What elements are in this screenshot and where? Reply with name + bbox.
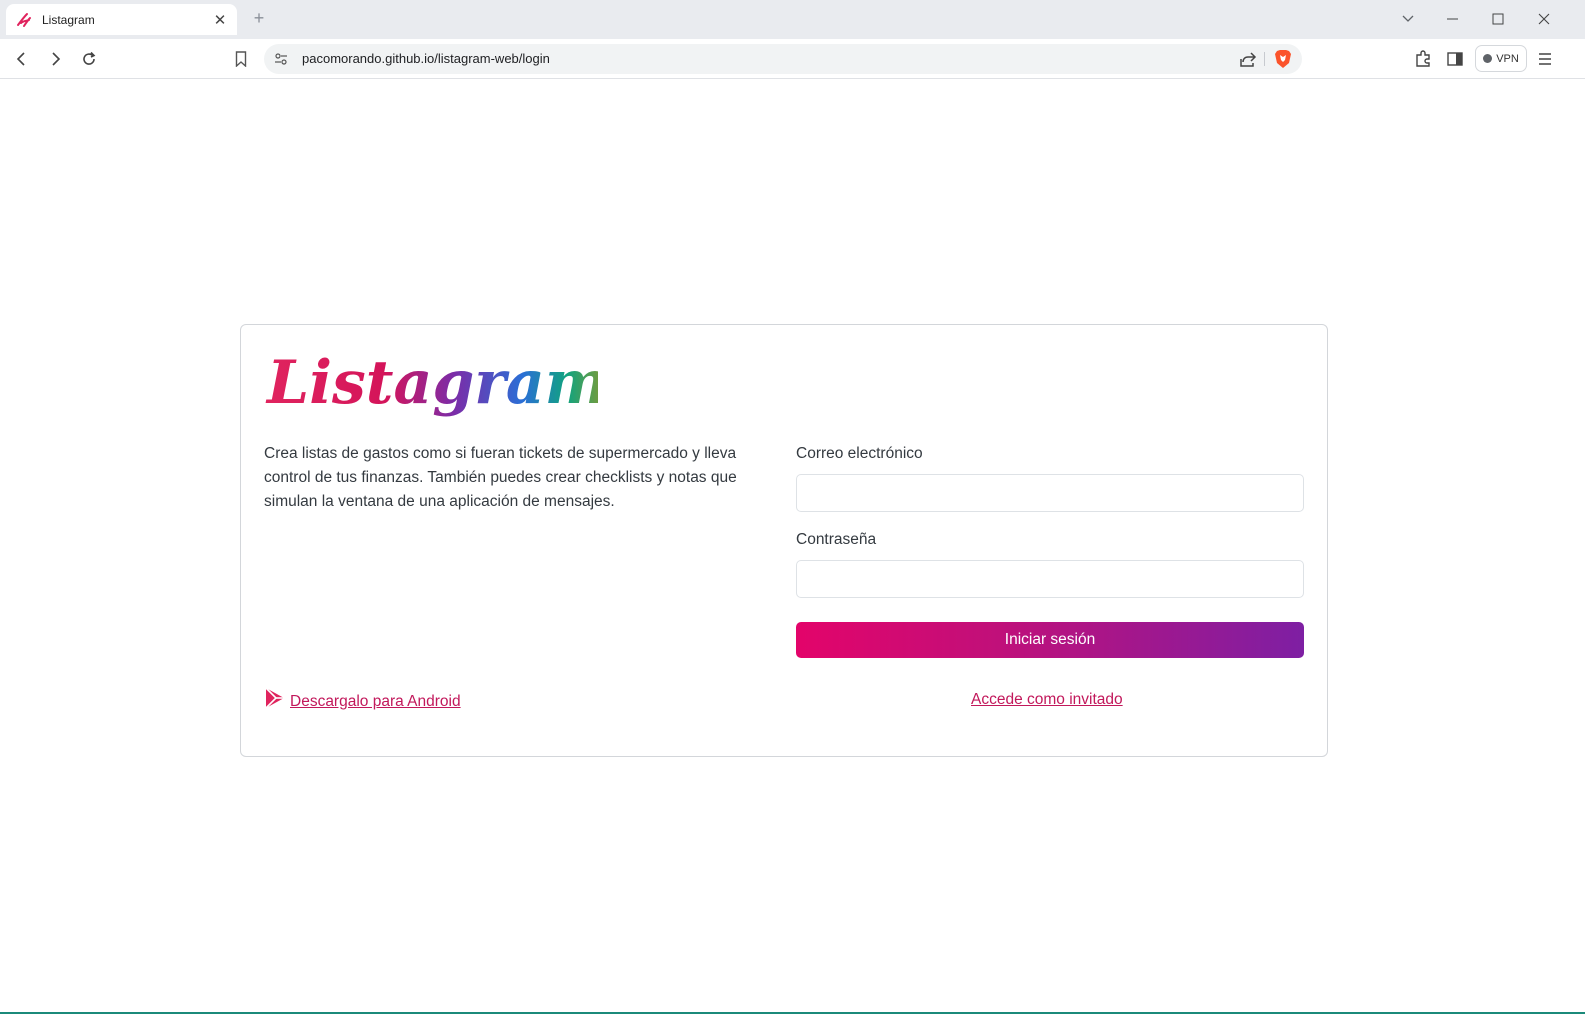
menu-icon[interactable] (1532, 46, 1558, 72)
password-field[interactable] (796, 560, 1304, 598)
vpn-label: VPN (1496, 52, 1519, 65)
logo-text: Listagram (265, 348, 598, 418)
email-label: Correo electrónico (796, 445, 923, 462)
reload-icon[interactable] (76, 46, 102, 72)
minimize-icon[interactable] (1437, 6, 1469, 32)
browser-tab[interactable]: Listagram ✕ (6, 4, 237, 35)
sidebar-icon[interactable] (1442, 46, 1468, 72)
app-description: Crea listas de gastos como si fueran tic… (264, 445, 737, 510)
maximize-icon[interactable] (1482, 6, 1514, 32)
close-tab-icon[interactable]: ✕ (211, 11, 229, 29)
back-icon[interactable] (9, 46, 35, 72)
site-settings-icon[interactable] (274, 52, 288, 66)
login-button[interactable]: Iniciar sesión (796, 622, 1304, 658)
brave-shield-icon[interactable] (1274, 49, 1292, 69)
vpn-status-icon (1483, 54, 1493, 63)
tab-title: Listagram (42, 12, 95, 27)
bookmark-icon[interactable] (228, 46, 254, 72)
browser-titlebar: Listagram ✕ + (0, 0, 1585, 39)
tab-search-chevron-down-icon[interactable] (1392, 6, 1424, 32)
email-field[interactable] (796, 474, 1304, 512)
android-link-text: Descargalo para Android (290, 693, 461, 710)
share-icon[interactable] (1239, 50, 1257, 68)
listagram-favicon (17, 12, 31, 27)
listagram-logo: Listagram (265, 348, 598, 418)
android-download-link[interactable]: Descargalo para Android (264, 687, 461, 713)
close-window-icon[interactable] (1528, 6, 1560, 32)
vpn-button[interactable]: VPN (1475, 45, 1527, 72)
new-tab-button[interactable]: + (249, 8, 269, 28)
play-store-icon (265, 687, 284, 709)
guest-access-link[interactable]: Accede como invitado (971, 691, 1123, 709)
password-label: Contraseña (796, 531, 877, 548)
extensions-icon[interactable] (1410, 46, 1436, 72)
browser-toolbar: pacomorando.github.io/listagram-web/logi… (0, 39, 1585, 79)
url-text: pacomorando.github.io/listagram-web/logi… (302, 51, 550, 66)
forward-icon[interactable] (42, 46, 68, 72)
address-bar[interactable]: pacomorando.github.io/listagram-web/logi… (264, 44, 1302, 74)
login-card: Listagram Crea listas de gastos como si … (240, 324, 1328, 757)
